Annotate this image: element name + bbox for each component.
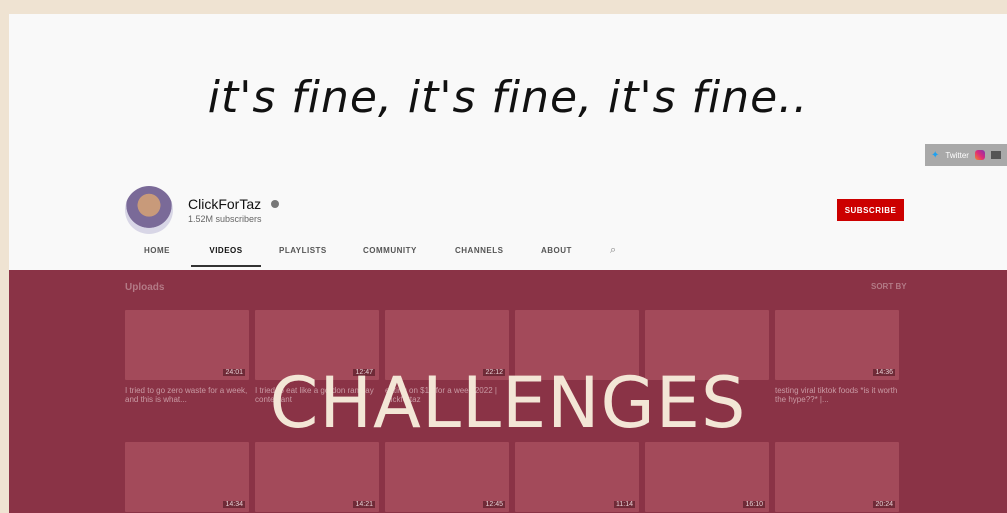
- video-duration: 20:24: [873, 501, 895, 508]
- video-duration: 12:45: [483, 501, 505, 508]
- channel-header: ClickForTaz 1.52M subscribers SUBSCRIBE …: [9, 174, 1007, 270]
- banner-text: it's fine, it's fine, it's fine..: [207, 72, 809, 123]
- search-icon[interactable]: ⌕: [610, 244, 616, 257]
- video-thumbnail[interactable]: 20:24: [775, 442, 899, 512]
- instagram-icon[interactable]: [974, 150, 985, 160]
- video-thumbnail[interactable]: 11:14: [515, 442, 639, 512]
- video-thumbnail[interactable]: 14:34: [125, 442, 249, 512]
- video-thumbnail[interactable]: 12:45: [385, 442, 509, 512]
- video-duration: 16:10: [743, 501, 765, 508]
- verified-icon: [271, 200, 279, 208]
- external-link-icon[interactable]: [990, 151, 1001, 159]
- tab-home[interactable]: HOME: [144, 244, 170, 265]
- tab-channels[interactable]: CHANNELS: [455, 244, 503, 265]
- tab-playlists[interactable]: PLAYLISTS: [279, 244, 327, 265]
- headline: CHALLENGES: [269, 362, 747, 444]
- sort-by-button[interactable]: SORT BY: [871, 282, 907, 291]
- tab-about[interactable]: ABOUT: [541, 244, 572, 265]
- video-duration: 14:21: [353, 501, 375, 508]
- tab-videos[interactable]: VIDEOS: [191, 244, 261, 267]
- twitter-icon[interactable]: ✦: [931, 150, 939, 161]
- screenshot-frame: it's fine, it's fine, it's fine.. ✦ Twit…: [9, 14, 1007, 513]
- subscribe-button[interactable]: SUBSCRIBE: [837, 199, 904, 221]
- avatar[interactable]: [125, 186, 173, 234]
- tab-community[interactable]: COMMUNITY: [363, 244, 417, 265]
- banner-links[interactable]: ✦ Twitter: [925, 144, 1007, 166]
- subscriber-count: 1.52M subscribers: [188, 214, 262, 224]
- video-thumbnail[interactable]: 14:21: [255, 442, 379, 512]
- video-duration: 11:14: [614, 501, 635, 508]
- video-thumbnail[interactable]: 16:10: [645, 442, 769, 512]
- uploads-heading: Uploads: [125, 282, 165, 293]
- video-duration: 14:34: [223, 501, 245, 508]
- channel-name[interactable]: ClickForTaz: [188, 196, 261, 212]
- twitter-link[interactable]: Twitter: [945, 151, 969, 160]
- channel-banner: it's fine, it's fine, it's fine.. ✦ Twit…: [9, 14, 1007, 174]
